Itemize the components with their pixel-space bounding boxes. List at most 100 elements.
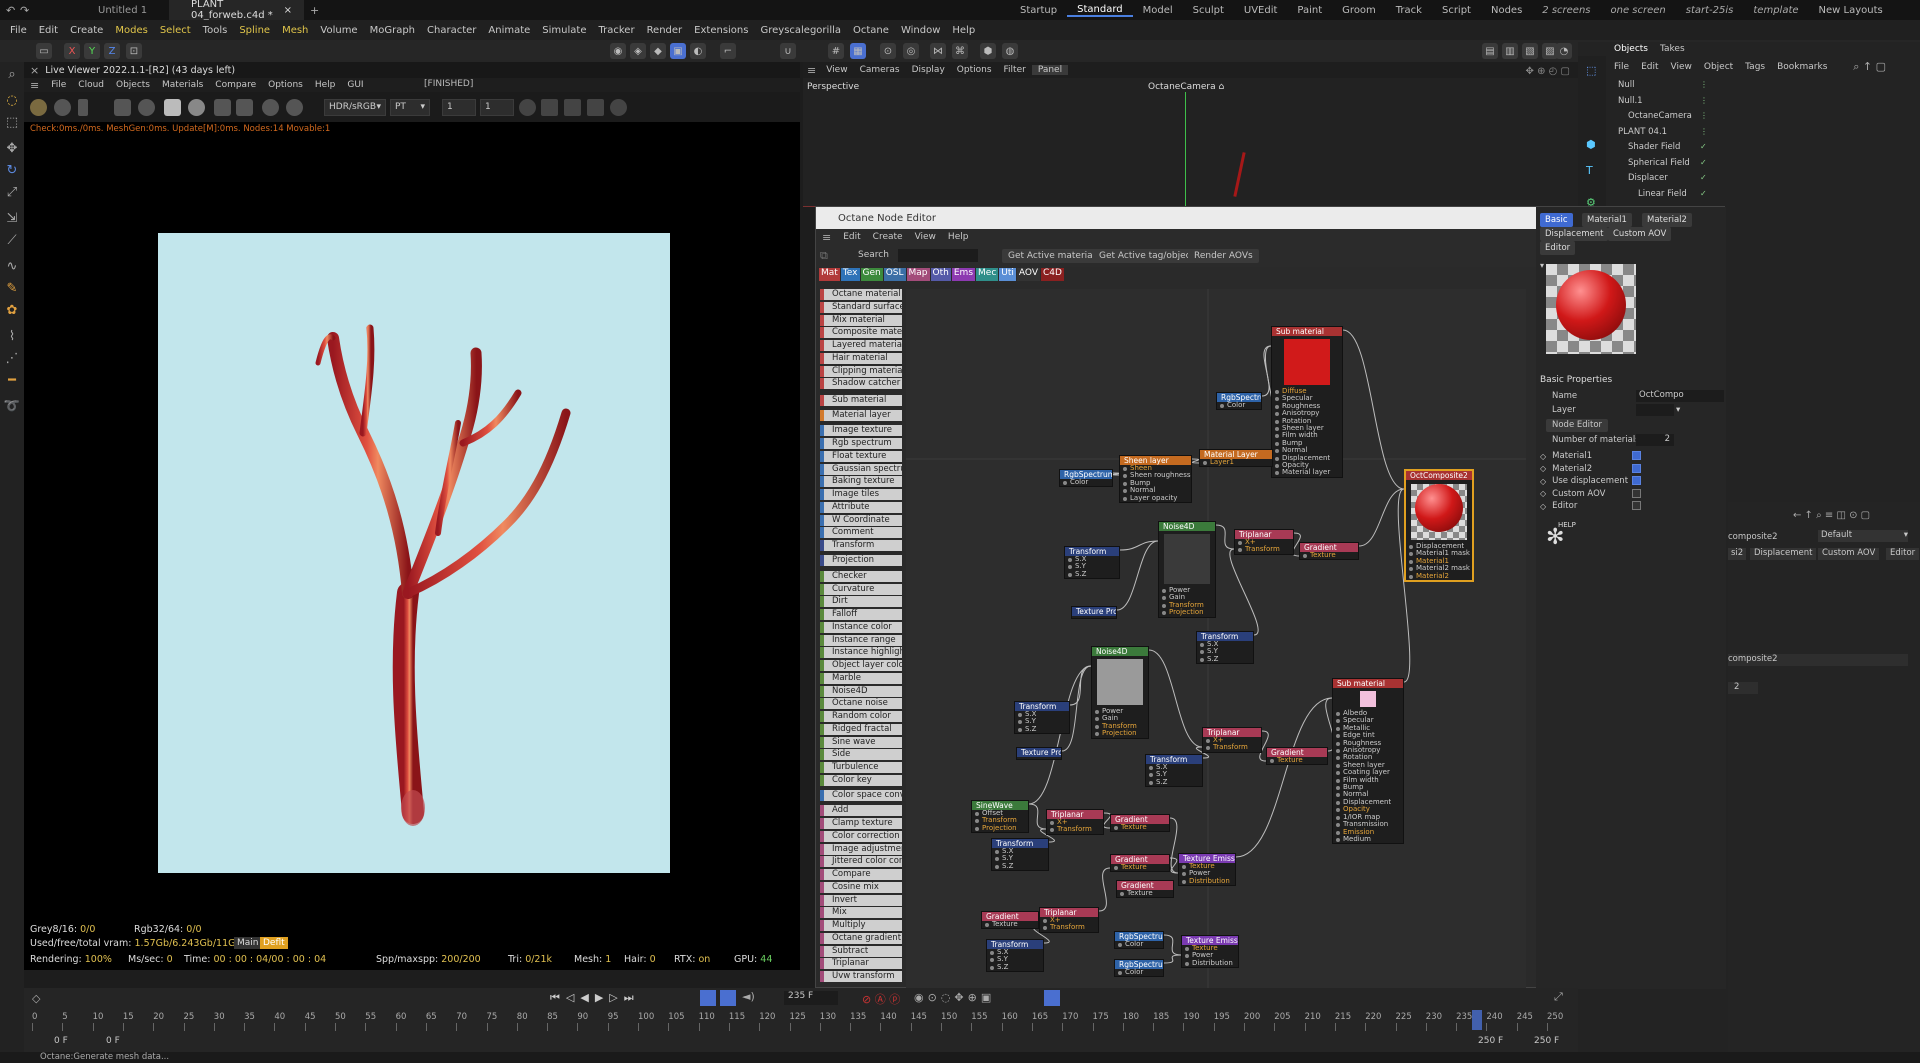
node-list-item[interactable]: Clipping material <box>820 365 902 377</box>
node-port[interactable]: Texture <box>1111 823 1169 831</box>
category-tab-tex[interactable]: Tex <box>840 268 860 281</box>
node-port[interactable]: Color <box>1115 968 1163 976</box>
playback-controls[interactable]: ⏮◁◀▶▷⏭ <box>550 991 640 1005</box>
node-tr5[interactable]: Transform S.X S.Y S.Z <box>991 838 1049 872</box>
node-port[interactable]: Transform <box>1047 825 1103 833</box>
value-field-2[interactable]: 1 <box>480 99 514 116</box>
start-frame-a[interactable]: 0 F <box>54 1036 68 1046</box>
menu-item-render[interactable]: Render <box>641 25 689 36</box>
object-tree-item[interactable]: Displacer <box>1628 173 1668 183</box>
node-port[interactable]: Transform <box>1203 743 1261 751</box>
node-port[interactable]: Distribution <box>1179 877 1235 885</box>
camera-icon[interactable] <box>564 99 581 116</box>
node-port[interactable]: Color <box>1217 401 1261 409</box>
node-port[interactable]: Projection <box>1092 729 1148 737</box>
sphere-icon[interactable] <box>188 99 205 116</box>
axis-y-button[interactable]: Y <box>84 43 100 59</box>
node-list-item[interactable]: Turbulence <box>820 762 902 774</box>
node-list-item[interactable]: Clamp texture <box>820 818 902 830</box>
node-port[interactable]: S.Y <box>992 854 1048 862</box>
objects-tab-takes[interactable]: Takes <box>1654 44 1691 54</box>
loop-icon[interactable] <box>700 990 716 1006</box>
node-list-item[interactable]: Marble <box>820 672 902 684</box>
node-noise1[interactable]: Noise4D Power Gain Transform Projection <box>1158 521 1216 618</box>
node-list-item[interactable]: Image texture <box>820 425 902 437</box>
num-materials-field[interactable]: 2 <box>1636 434 1674 446</box>
attr-name-field-2[interactable]: composite2 <box>1728 654 1908 666</box>
node-list-item[interactable]: Standard surface <box>820 301 902 313</box>
node-rgb4[interactable]: RgbSpectrumColor <box>1114 959 1164 978</box>
node-rgb3[interactable]: RgbSpectrumColor <box>1114 931 1164 950</box>
lv-menu-materials[interactable]: Materials <box>156 80 209 90</box>
node-list-item[interactable]: Instance color <box>820 621 902 633</box>
node-list-item[interactable]: Sine wave <box>820 736 902 748</box>
search-input[interactable] <box>898 249 978 262</box>
axis-x-button[interactable]: X <box>64 43 80 59</box>
edge-mode-icon[interactable]: ◈ <box>630 43 646 59</box>
node-list-item[interactable]: W Coordinate <box>820 514 902 526</box>
keyframe-icon[interactable]: ◇ <box>32 992 40 1005</box>
node-port[interactable]: Transform <box>1040 923 1098 931</box>
menu-icon[interactable]: ≡ <box>30 79 39 92</box>
move-icon[interactable]: ✥ <box>3 140 21 158</box>
layout-tab-12[interactable]: start-25is <box>1676 5 1744 16</box>
lv-menu-compare[interactable]: Compare <box>209 80 262 90</box>
node-port[interactable]: Texture <box>982 920 1038 928</box>
node-rgb1[interactable]: RgbSpectrumColor <box>1216 392 1262 411</box>
current-frame-field[interactable]: 235 F <box>784 991 838 1005</box>
node-port[interactable]: S.Y <box>1015 717 1069 725</box>
cube-icon[interactable] <box>519 99 536 116</box>
rotate-icon[interactable]: ↻ <box>3 162 21 180</box>
props-tab-editor[interactable]: Editor <box>1540 241 1576 255</box>
viewport-menu-filter[interactable]: Filter <box>998 65 1032 75</box>
menu-item-help[interactable]: Help <box>946 25 981 36</box>
render-icon[interactable]: ▤ <box>1482 43 1498 59</box>
layout-tab-14[interactable]: New Layouts <box>1809 5 1893 16</box>
category-tab-ems[interactable]: Ems <box>951 268 976 281</box>
visibility-icon[interactable]: ✓ <box>1700 173 1707 182</box>
node-list-item[interactable]: Octane gradient <box>820 932 902 944</box>
node-list-item[interactable]: Invert <box>820 894 902 906</box>
pen-icon[interactable]: ✎ <box>3 280 21 298</box>
keyframe-icon[interactable]: ◇ <box>1540 452 1546 461</box>
node-list-item[interactable]: Object layer color <box>820 660 902 672</box>
node-port[interactable]: Texture <box>1300 551 1358 559</box>
layer-field[interactable] <box>1636 404 1674 416</box>
record-icon[interactable]: ⊘ Ⓐ ⓟ <box>862 991 900 1007</box>
film-icon[interactable] <box>262 99 279 116</box>
render-queue-icon[interactable]: ▧ <box>1522 43 1538 59</box>
node-noise2[interactable]: Noise4D Power Gain Transform Projection <box>1091 646 1149 739</box>
scale-icon[interactable]: ⤢ <box>3 184 21 202</box>
node-temis2[interactable]: Texture Emiss Texture Power Distribution <box>1181 935 1239 969</box>
node-list-item[interactable]: Float texture <box>820 450 902 462</box>
node-tri4[interactable]: Triplanar X+ Transform <box>1039 907 1099 933</box>
layout-tab-4[interactable]: UVEdit <box>1234 5 1288 16</box>
node-rgb2[interactable]: RgbSpectrum Color <box>1059 469 1113 488</box>
category-tab-map[interactable]: Map <box>906 268 930 281</box>
pause-icon[interactable] <box>78 99 88 116</box>
keyframe-icon[interactable]: ◇ <box>1540 502 1546 511</box>
node-list-item[interactable]: Falloff <box>820 609 902 621</box>
sculpt-icon[interactable]: ⋰ <box>3 350 21 368</box>
node-sine[interactable]: SineWave Offset Transform Projection <box>971 800 1029 834</box>
visibility-icon[interactable]: ⋮ <box>1700 111 1708 120</box>
get-active-tag-button[interactable]: Get Active tag/object <box>1093 249 1201 263</box>
node-list-item[interactable]: Hair material <box>820 352 902 364</box>
grid-icon[interactable]: # <box>828 43 844 59</box>
node-port[interactable]: S.Z <box>992 862 1048 870</box>
node-list-item[interactable]: Layered material <box>820 340 902 351</box>
node-matlayer[interactable]: Material Layer Layer1 <box>1199 449 1273 468</box>
node-list-item[interactable]: Composite material <box>820 327 902 339</box>
menu-item-tracker[interactable]: Tracker <box>592 25 640 36</box>
node-list-item[interactable]: Projection <box>820 555 902 567</box>
node-tr6[interactable]: Transform S.X S.Y S.Z <box>986 939 1044 973</box>
menu-item-mesh[interactable]: Mesh <box>276 25 314 36</box>
category-tab-aov[interactable]: AOV <box>1016 268 1040 281</box>
brush-icon[interactable]: ⌇ <box>3 328 21 346</box>
motion-clip-icon[interactable] <box>1044 990 1060 1006</box>
node-port[interactable]: Layer1 <box>1200 458 1272 466</box>
category-tab-uti[interactable]: Uti <box>999 268 1016 281</box>
node-list-item[interactable]: Comment <box>820 527 902 539</box>
render-region-icon[interactable]: ⊙ <box>880 43 896 59</box>
axis-z-button[interactable]: Z <box>104 43 120 59</box>
